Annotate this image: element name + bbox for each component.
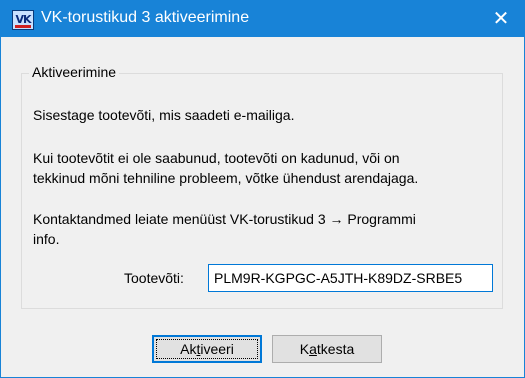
contact-text-line-2: info. bbox=[33, 231, 60, 247]
app-logo-icon: VK bbox=[12, 10, 34, 30]
instruction-text: Sisestage tootevõti, mis saadeti e-maili… bbox=[33, 107, 295, 123]
cancel-button[interactable]: Katkesta bbox=[272, 335, 382, 363]
activate-button[interactable]: Aktiveeri bbox=[152, 335, 262, 363]
help-text-line-1: Kui tootevõtit ei ole saabunud, tootevõt… bbox=[33, 150, 400, 166]
contact-text-line-1: Kontaktandmed leiate menüüst VK-torustik… bbox=[33, 211, 416, 227]
window-title: VK-torustikud 3 aktiveerimine bbox=[41, 9, 250, 26]
help-text-line-2: tekkinud mõni tehniline probleem, võtke … bbox=[33, 170, 419, 186]
product-key-label: Tootevõti: bbox=[124, 270, 184, 286]
title-bar[interactable]: VK VK-torustikud 3 aktiveerimine ✕ bbox=[1, 1, 524, 37]
product-key-input[interactable] bbox=[208, 264, 493, 292]
group-legend: Aktiveerimine bbox=[29, 64, 120, 80]
close-button[interactable]: ✕ bbox=[478, 1, 524, 37]
